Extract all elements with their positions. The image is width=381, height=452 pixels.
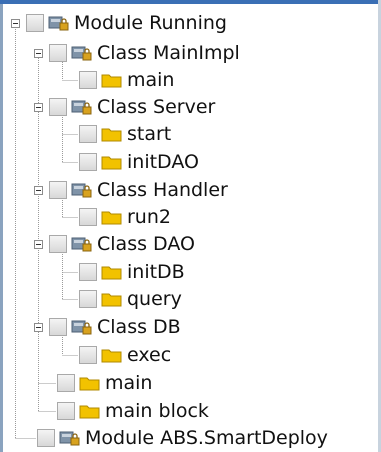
module-icon [59, 431, 80, 446]
node-checkbox[interactable] [79, 346, 97, 364]
folder-icon [101, 349, 122, 363]
folder-icon [101, 74, 122, 88]
node-checkbox[interactable] [49, 44, 67, 62]
class-icon [71, 46, 92, 61]
collapse-toggle[interactable] [11, 18, 20, 28]
tree-node-method-start[interactable]: start [79, 121, 171, 147]
node-label: Class MainImpl [97, 42, 240, 64]
tree-node-method-query[interactable]: query [79, 286, 182, 312]
node-label: Class Handler [97, 179, 228, 201]
folder-icon [101, 293, 122, 307]
folder-icon [101, 156, 122, 170]
class-icon [71, 100, 92, 115]
node-label: Module ABS.SmartDeploy [85, 427, 328, 449]
node-checkbox[interactable] [49, 235, 67, 253]
tree-node-class-handler[interactable]: Class Handler [34, 177, 228, 203]
node-label: initDAO [127, 151, 199, 173]
module-icon [48, 16, 69, 31]
tree-node-class-server[interactable]: Class Server [34, 94, 215, 120]
tree-node-module-abs-smartdeploy[interactable]: Module ABS.SmartDeploy [37, 425, 328, 451]
node-label: query [127, 288, 182, 310]
node-label: Class DAO [97, 233, 195, 255]
node-label: main [127, 69, 175, 91]
tree-node-method-exec[interactable]: exec [79, 342, 171, 368]
collapse-toggle[interactable] [34, 185, 43, 195]
tree-node-main-block[interactable]: main block [57, 398, 209, 424]
node-label: main block [105, 400, 209, 422]
node-checkbox[interactable] [79, 208, 97, 226]
tree-node-module-running[interactable]: Module Running [11, 10, 227, 36]
tree-node-method-run2[interactable]: run2 [79, 204, 171, 230]
collapse-toggle[interactable] [34, 102, 43, 112]
node-label: Class Server [97, 96, 216, 118]
tree-node-class-dao[interactable]: Class DAO [34, 231, 195, 257]
folder-icon [79, 405, 100, 419]
node-checkbox[interactable] [37, 429, 55, 447]
collapse-toggle[interactable] [34, 48, 43, 58]
node-label: initDB [127, 261, 185, 283]
node-checkbox[interactable] [49, 98, 67, 116]
node-checkbox[interactable] [79, 71, 97, 89]
tree-node-class-db[interactable]: Class DB [34, 314, 181, 340]
node-label: run2 [127, 206, 171, 228]
folder-icon [101, 266, 122, 280]
node-label: exec [127, 344, 172, 366]
collapse-toggle[interactable] [34, 322, 43, 332]
tree-node-class-mainimpl[interactable]: Class MainImpl [34, 40, 240, 66]
collapse-toggle[interactable] [34, 239, 43, 249]
folder-icon [101, 128, 122, 142]
node-label: Class DB [97, 316, 181, 338]
node-checkbox[interactable] [26, 14, 44, 32]
folder-icon [79, 377, 100, 391]
node-checkbox[interactable] [79, 125, 97, 143]
node-checkbox[interactable] [49, 318, 67, 336]
node-checkbox[interactable] [49, 181, 67, 199]
tree-node-method-main[interactable]: main [79, 67, 174, 93]
node-checkbox[interactable] [79, 263, 97, 281]
folder-icon [101, 211, 122, 225]
node-label: start [127, 123, 172, 145]
node-checkbox[interactable] [57, 374, 75, 392]
node-checkbox[interactable] [79, 290, 97, 308]
class-icon [71, 183, 92, 198]
node-checkbox[interactable] [57, 402, 75, 420]
tree-node-function-main[interactable]: main [57, 370, 152, 396]
node-label: main [105, 372, 153, 394]
node-label: Module Running [74, 12, 227, 34]
class-icon [71, 237, 92, 252]
tree-node-method-initdb[interactable]: initDB [79, 259, 185, 285]
tree-node-method-initdao[interactable]: initDAO [79, 149, 199, 175]
class-icon [71, 320, 92, 335]
node-checkbox[interactable] [79, 153, 97, 171]
